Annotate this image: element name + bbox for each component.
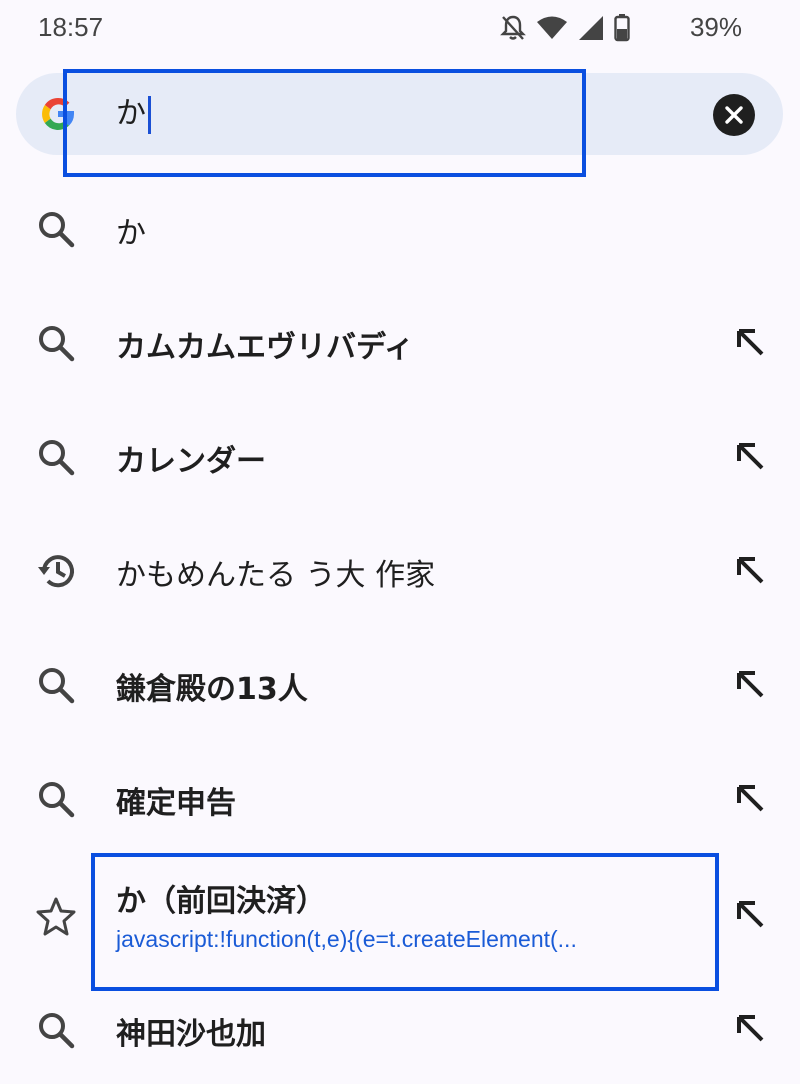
bookmark-suggestion-item[interactable]: か（前回決済） javascript:!function(t,e){(e=t.c… [0,856,800,970]
suggestion-item[interactable]: カムカムエヴリバディ [0,286,800,400]
fill-query-arrow-icon[interactable] [734,898,766,930]
suggestion-label: 鎌倉殿の13人 [116,672,308,707]
suggestion-label: か [116,216,146,251]
history-icon [38,555,74,588]
clear-icon [725,106,743,124]
suggestion-label: カムカムエヴリバディ [116,330,414,365]
search-icon [39,326,75,362]
star-icon [36,897,76,936]
search-icon [39,440,75,476]
suggestion-item[interactable]: かもめんたる う大 作家 [0,514,800,628]
search-icon [39,212,75,248]
suggestion-item[interactable]: か [0,172,800,286]
suggestion-item[interactable]: 神田沙也加 [0,970,800,1084]
suggestion-url: javascript:!function(t,e){(e=t.createEle… [116,926,577,952]
wifi-icon [537,16,567,39]
bell-off-icon [500,15,526,40]
fill-query-arrow-icon[interactable] [734,1012,766,1044]
fill-query-arrow-icon[interactable] [734,554,766,586]
status-icons [500,14,630,42]
suggestion-label: 確定申告 [116,786,236,821]
fill-query-arrow-icon[interactable] [734,782,766,814]
suggestion-item[interactable]: カレンダー [0,400,800,514]
search-query: か [116,96,146,131]
status-time: 18:57 [38,12,104,42]
text-caret [148,95,151,134]
suggestion-item[interactable]: 鎌倉殿の13人 [0,628,800,742]
battery-percent: 39% [689,12,742,42]
search-input[interactable]: か [116,94,151,134]
suggestion-item[interactable]: 確定申告 [0,742,800,856]
clear-button[interactable] [713,94,755,136]
google-logo-icon [42,97,74,130]
cell-signal-icon [579,16,603,40]
search-icon [39,782,75,818]
search-icon [39,1013,75,1049]
fill-query-arrow-icon[interactable] [734,440,766,472]
suggestion-label: 神田沙也加 [116,1017,266,1052]
suggestion-label: カレンダー [116,444,266,479]
search-icon [39,668,75,704]
battery-icon [614,14,630,42]
status-bar: 18:57 39% [0,0,800,56]
suggestion-label: か（前回決済） [116,884,326,919]
fill-query-arrow-icon[interactable] [734,326,766,358]
suggestion-label: かもめんたる う大 作家 [116,558,436,593]
fill-query-arrow-icon[interactable] [734,668,766,700]
